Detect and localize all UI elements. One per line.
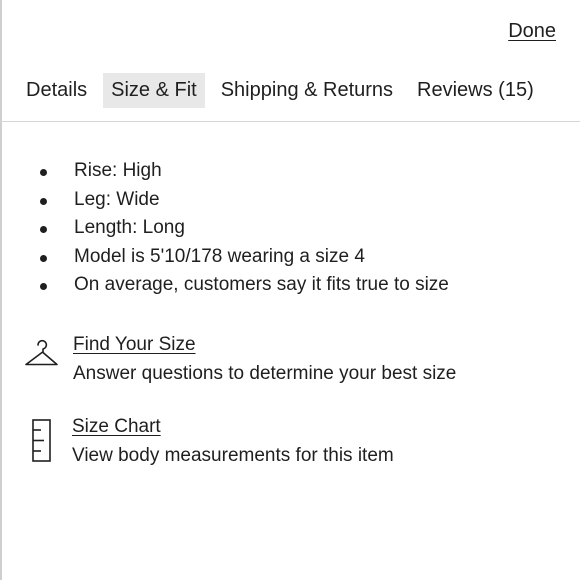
size-fit-feature-list: Rise: High Leg: Wide Length: Long Model …	[36, 157, 449, 300]
tab-reviews[interactable]: Reviews (15)	[409, 73, 542, 108]
bullet-icon	[40, 226, 47, 233]
tab-shipping-returns[interactable]: Shipping & Returns	[213, 73, 401, 108]
tab-bar-divider	[0, 121, 580, 122]
tab-bar: Details Size & Fit Shipping & Returns Re…	[18, 73, 542, 108]
feature-text: On average, customers say it fits true t…	[74, 274, 449, 295]
bullet-icon	[40, 169, 47, 176]
left-edge-divider	[0, 0, 2, 580]
ruler-icon	[32, 419, 52, 468]
hanger-icon	[24, 337, 60, 376]
feature-text: Model is 5'10/178 wearing a size 4	[74, 245, 365, 267]
bullet-icon	[40, 254, 47, 262]
size-chart-link[interactable]: Size Chart	[72, 413, 394, 441]
list-item: Model is 5'10/178 wearing a size 4	[36, 243, 449, 272]
find-your-size-link[interactable]: Find Your Size	[73, 331, 456, 359]
feature-text: Length: Long	[74, 217, 185, 238]
list-item: Length: Long	[36, 214, 449, 243]
list-item: On average, customers say it fits true t…	[36, 271, 449, 300]
tab-details[interactable]: Details	[18, 73, 95, 108]
tab-size-fit[interactable]: Size & Fit	[103, 73, 205, 108]
bullet-icon	[40, 197, 47, 205]
find-your-size-description: Answer questions to determine your best …	[73, 363, 457, 384]
feature-text: Leg: Wide	[74, 188, 160, 210]
list-item: Rise: High	[36, 157, 449, 186]
bullet-icon	[40, 283, 47, 290]
feature-text: Rise: High	[74, 160, 162, 181]
list-item: Leg: Wide	[36, 186, 449, 215]
size-chart-description: View body measurements for this item	[72, 445, 394, 466]
done-button[interactable]: Done	[508, 20, 556, 43]
